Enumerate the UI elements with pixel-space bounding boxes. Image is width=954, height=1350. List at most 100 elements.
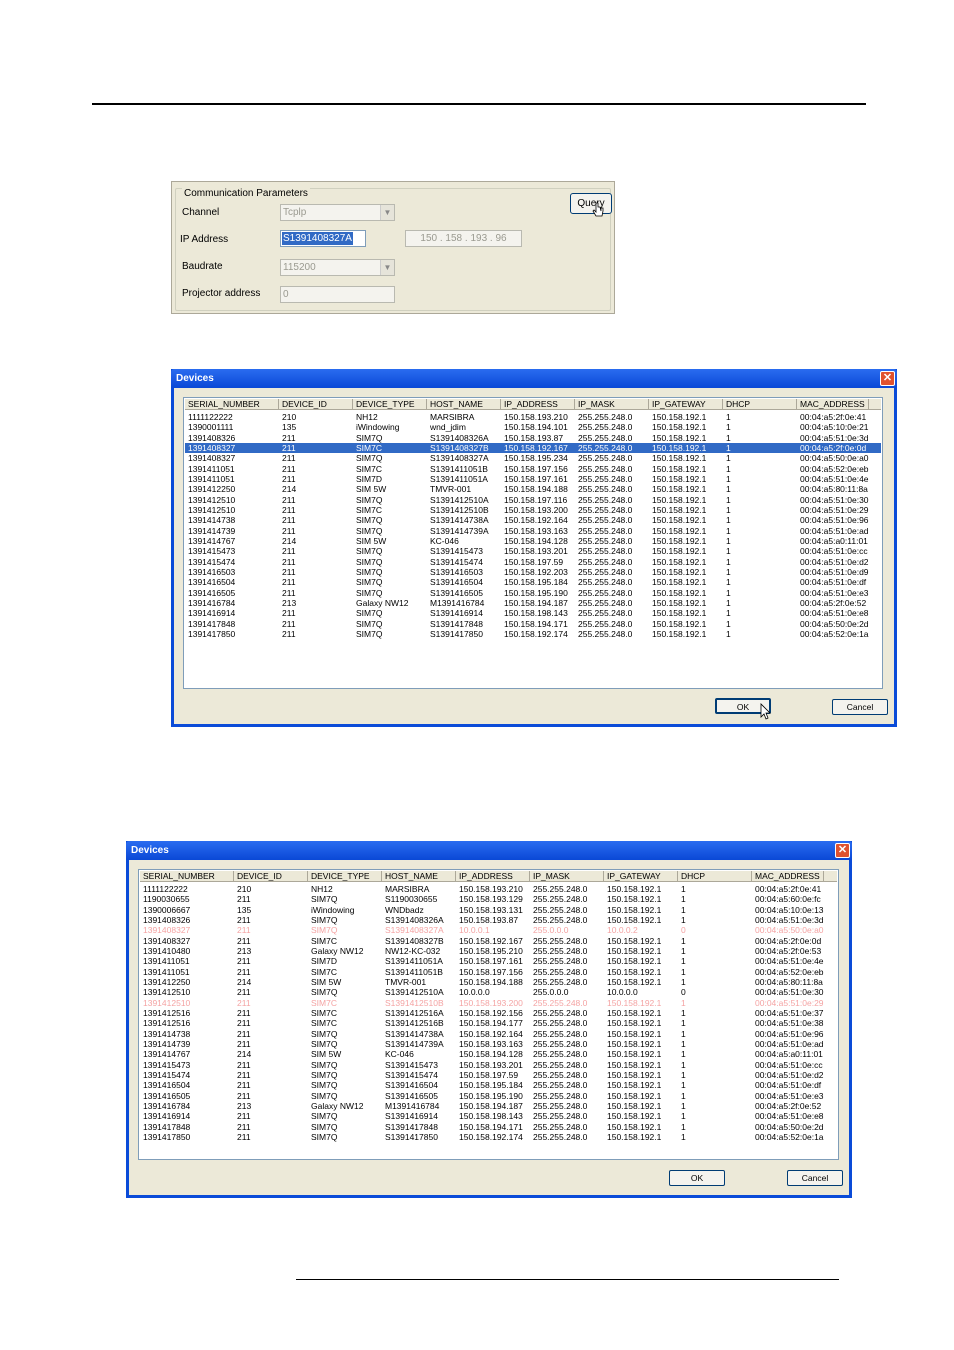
- table-row[interactable]: 1190030655 211 SIM7Q S1190030655 150.158.193…: [140, 894, 837, 904]
- table-cell: 00:04:a5:51:0e:37: [755, 1007, 824, 1018]
- column-header[interactable]: MAC_ADDRESS: [797, 399, 869, 409]
- column-header[interactable]: IP_GATEWAY: [649, 399, 723, 409]
- column-header[interactable]: HOST_NAME: [427, 399, 501, 409]
- table-row[interactable]: 1111122222 210 NH12 MARSIBRA 150.158.193.210…: [185, 412, 881, 422]
- table-row[interactable]: 1391414739 211 SIM7Q S1391414739A 150.158.19…: [140, 1039, 837, 1049]
- table-cell: SIM7Q: [356, 494, 383, 505]
- table-row[interactable]: 1391415474 211 SIM7Q S1391415474 150.158.197…: [185, 557, 881, 567]
- column-header[interactable]: HOST_NAME: [382, 871, 456, 881]
- column-header[interactable]: IP_MASK: [575, 399, 649, 409]
- table-row[interactable]: 1391410480 213 Galaxy NW12 NW12-KC-032 150.1…: [140, 946, 837, 956]
- table-cell: 211: [282, 442, 296, 453]
- table-cell: SIM7C: [311, 966, 337, 977]
- table-row[interactable]: 1391408327 211 SIM7C S1391408327B 150.158.19…: [185, 442, 881, 454]
- table-row[interactable]: 1391414767 214 SIM 5W KC-046 150.158.194.128…: [140, 1049, 837, 1059]
- table-row[interactable]: 1391412510 211 SIM7C S1391412510B 150.158.19…: [140, 998, 837, 1008]
- query-button[interactable]: Query: [570, 193, 612, 214]
- table-cell: 1391411051: [143, 956, 190, 967]
- table-row[interactable]: 1391411051 211 SIM7D S1391411051A 150.158.19…: [185, 474, 881, 484]
- cancel-button[interactable]: Cancel: [832, 699, 888, 715]
- table-row[interactable]: 1391412510 211 SIM7C S1391412510B 150.158.19…: [185, 505, 881, 515]
- table-row[interactable]: 1391417850 211 SIM7Q S1391417850 150.158.192…: [185, 629, 881, 639]
- table-cell: 150.158.197.161: [504, 473, 568, 484]
- table-row[interactable]: 1391412516 211 SIM7C S1391412516B 150.158.19…: [140, 1018, 837, 1028]
- chevron-down-icon[interactable]: ▼: [380, 260, 394, 275]
- column-header[interactable]: IP_ADDRESS: [456, 871, 530, 881]
- table-cell: 1391416914: [188, 608, 236, 619]
- column-header[interactable]: SERIAL_NUMBER: [140, 871, 234, 881]
- table-row[interactable]: 1391416914 211 SIM7Q S1391416914 150.158.198…: [140, 1111, 837, 1121]
- table-row[interactable]: 1391415473 211 SIM7Q S1391415473 150.158.193…: [140, 1060, 837, 1070]
- table-row[interactable]: 1391416504 211 SIM7Q S1391416504 150.158.195…: [185, 577, 881, 587]
- table-row[interactable]: 1391408326 211 SIM7Q S1391408326A 150.158.19…: [140, 915, 837, 925]
- column-header[interactable]: DHCP: [678, 871, 752, 881]
- table-row[interactable]: 1391417848 211 SIM7Q S1391417848 150.158.194…: [140, 1122, 837, 1132]
- close-icon[interactable]: ✕: [835, 843, 850, 858]
- table-row[interactable]: 1391408327 211 SIM7Q S1391408327A 10.0.0.1 25…: [140, 925, 837, 935]
- devices-list[interactable]: SERIAL_NUMBER DEVICE_ID DEVICE_TYPE HOST_NA…: [138, 869, 839, 1160]
- table-row[interactable]: 1391416914 211 SIM7Q S1391416914 150.158.198…: [185, 608, 881, 618]
- table-cell: 150.158.192.203: [504, 566, 568, 577]
- column-header[interactable]: DEVICE_TYPE: [308, 871, 382, 881]
- table-row[interactable]: 1391414738 211 SIM7Q S1391414738A 150.158.19…: [140, 1029, 837, 1039]
- table-row[interactable]: 1391412250 214 SIM 5W TMVR-001 150.158.194.1…: [140, 977, 837, 987]
- table-row[interactable]: 1390001111 135 iWindowing wnd_jdim 150.158.1…: [185, 422, 881, 432]
- table-cell: 150.158.192.1: [652, 484, 707, 495]
- table-row[interactable]: 1391412510 211 SIM7Q S1391412510A 10.0.0.0 25…: [140, 987, 837, 997]
- table-cell: wnd_jdim: [430, 422, 466, 433]
- table-cell: 211: [237, 966, 251, 977]
- table-row[interactable]: 1391411051 211 SIM7D S1391411051A 150.158.19…: [140, 956, 837, 966]
- table-row[interactable]: 1391414738 211 SIM7Q S1391414738A 150.158.19…: [185, 515, 881, 525]
- ip-address-input[interactable]: S1391408327A: [280, 230, 366, 247]
- channel-select[interactable]: Tcplp ▼: [280, 204, 395, 221]
- table-row[interactable]: 1391414739 211 SIM7Q S1391414739A 150.158.19…: [185, 526, 881, 536]
- table-row[interactable]: 1391416784 213 Galaxy NW12 M1391416784 150.1…: [140, 1101, 837, 1111]
- table-row[interactable]: 1391408327 211 SIM7Q S1391408327A 150.158.19…: [185, 453, 881, 463]
- chevron-down-icon[interactable]: ▼: [380, 205, 394, 220]
- projector-address-input[interactable]: 0: [280, 286, 395, 303]
- table-row[interactable]: 1391417848 211 SIM7Q S1391417848 150.158.194…: [185, 619, 881, 629]
- table-row[interactable]: 1391412250 214 SIM 5W TMVR-001 150.158.194.1…: [185, 484, 881, 494]
- devices-list[interactable]: SERIAL_NUMBER DEVICE_ID DEVICE_TYPE HOST_NA…: [183, 397, 883, 689]
- cancel-button[interactable]: Cancel: [787, 1170, 843, 1186]
- table-row[interactable]: 1391412516 211 SIM7C S1391412516A 150.158.19…: [140, 1008, 837, 1018]
- table-row[interactable]: 1391416505 211 SIM7Q S1391416505 150.158.195…: [185, 588, 881, 598]
- column-header[interactable]: MAC_ADDRESS: [752, 871, 824, 881]
- table-row[interactable]: 1391408327 211 SIM7C S1391408327B 150.158.19…: [140, 936, 837, 946]
- table-cell: 211: [282, 546, 296, 557]
- table-row[interactable]: 1390006667 135 iWindowing WNDbadz 150.158.19…: [140, 905, 837, 915]
- column-header[interactable]: DHCP: [723, 399, 797, 409]
- table-row[interactable]: 1391416503 211 SIM7Q S1391416503 150.158.192…: [185, 567, 881, 577]
- table-cell: KC-046: [385, 1049, 414, 1060]
- table-cell: 150.158.197.59: [459, 1069, 519, 1080]
- table-cell: 1391416784: [143, 1100, 191, 1111]
- column-header[interactable]: DEVICE_ID: [279, 399, 353, 409]
- table-cell: 1391412516: [143, 1018, 191, 1029]
- table-row[interactable]: 1111122222 210 NH12 MARSIBRA 150.158.193.210…: [140, 884, 837, 894]
- table-row[interactable]: 1391416504 211 SIM7Q S1391416504 150.158.195…: [140, 1080, 837, 1090]
- column-header[interactable]: IP_GATEWAY: [604, 871, 678, 881]
- table-row[interactable]: 1391411051 211 SIM7C S1391411051B 150.158.19…: [185, 464, 881, 474]
- table-cell: 135: [237, 904, 252, 915]
- column-header[interactable]: IP_ADDRESS: [501, 399, 575, 409]
- table-cell: 150.158.193.210: [504, 412, 568, 422]
- column-header[interactable]: SERIAL_NUMBER: [185, 399, 279, 409]
- table-row[interactable]: 1391414767 214 SIM 5W KC-046 150.158.194.128…: [185, 536, 881, 546]
- table-cell: 1: [726, 412, 731, 422]
- ok-button[interactable]: OK: [669, 1170, 725, 1186]
- column-header[interactable]: IP_MASK: [530, 871, 604, 881]
- column-header[interactable]: DEVICE_TYPE: [353, 399, 427, 409]
- table-row[interactable]: 1391415474 211 SIM7Q S1391415474 150.158.197…: [140, 1070, 837, 1080]
- table-cell: 150.158.193.131: [459, 904, 523, 915]
- column-header[interactable]: DEVICE_ID: [234, 871, 308, 881]
- table-row[interactable]: 1391417850 211 SIM7Q S1391417850 150.158.192…: [140, 1132, 837, 1142]
- table-row[interactable]: 1391416784 213 Galaxy NW12 M1391416784 150.1…: [185, 598, 881, 608]
- table-row[interactable]: 1391412510 211 SIM7Q S1391412510A 150.158.19…: [185, 495, 881, 505]
- table-row[interactable]: 1391415473 211 SIM7Q S1391415473 150.158.193…: [185, 546, 881, 556]
- table-cell: 150.158.193.163: [504, 525, 568, 536]
- close-icon[interactable]: ✕: [880, 371, 895, 386]
- table-row[interactable]: 1391411051 211 SIM7C S1391411051B 150.158.19…: [140, 967, 837, 977]
- table-row[interactable]: 1391416505 211 SIM7Q S1391416505 150.158.195…: [140, 1091, 837, 1101]
- table-row[interactable]: 1391408326 211 SIM7Q S1391408326A 150.158.19…: [185, 433, 881, 443]
- baudrate-select[interactable]: 115200 ▼: [280, 259, 395, 276]
